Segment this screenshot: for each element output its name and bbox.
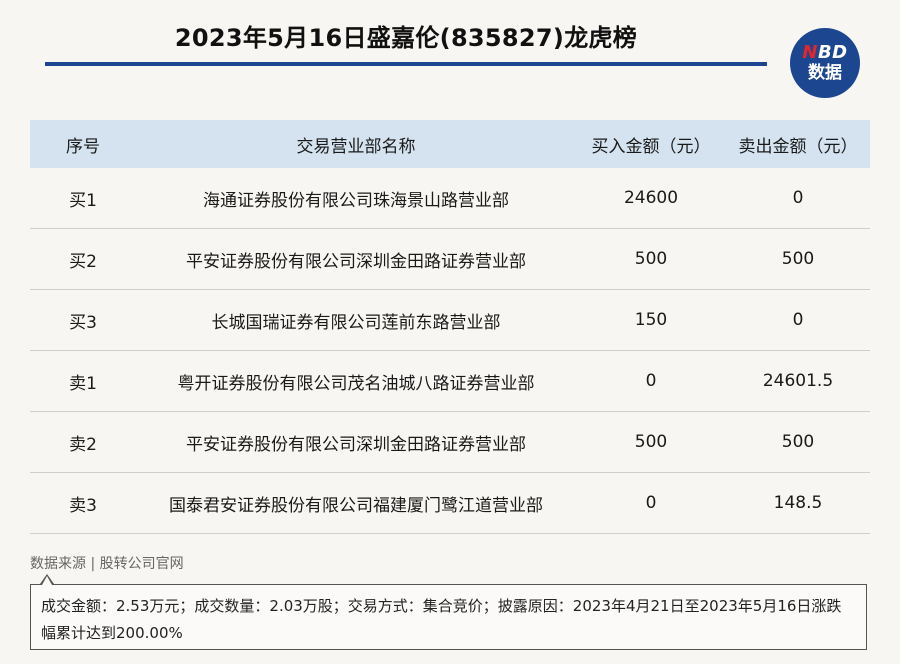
row-buy-amount: 150 xyxy=(576,289,726,351)
row-buy-amount: 24600 xyxy=(576,168,726,229)
row-broker: 平安证券股份有限公司深圳金田路证券营业部 xyxy=(136,411,576,473)
row-buy-amount: 500 xyxy=(576,228,726,290)
row-sell-amount: 24601.5 xyxy=(726,350,870,412)
dragon-tiger-table: 序号 交易营业部名称 买入金额（元） 卖出金额（元） 买1 海通证券股份有限公司… xyxy=(30,120,870,534)
table-row: 卖1 粤开证券股份有限公司茂名油城八路证券营业部 0 24601.5 xyxy=(30,350,870,412)
callout-pointer-fill xyxy=(42,576,52,585)
trade-summary-note: 成交金额：2.53万元；成交数量：2.03万股；交易方式：集合竞价；披露原因：2… xyxy=(30,584,867,650)
logo-n: N xyxy=(802,42,818,63)
row-broker: 平安证券股份有限公司深圳金田路证券营业部 xyxy=(136,228,576,290)
row-sell-amount: 500 xyxy=(726,228,870,290)
nbd-logo: NBD 数据 xyxy=(790,28,860,98)
row-index: 卖1 xyxy=(30,350,136,412)
row-sell-amount: 0 xyxy=(726,168,870,229)
table-row: 卖2 平安证券股份有限公司深圳金田路证券营业部 500 500 xyxy=(30,411,870,473)
row-index: 卖2 xyxy=(30,411,136,473)
page-title: 2023年5月16日盛嘉伦(835827)龙虎榜 xyxy=(174,24,638,52)
row-index: 买2 xyxy=(30,228,136,290)
logo-line1: NBD xyxy=(802,44,847,62)
row-sell-amount: 500 xyxy=(726,411,870,473)
title-underline xyxy=(45,62,767,66)
row-sell-amount: 148.5 xyxy=(726,472,870,534)
table-row: 买3 长城国瑞证券有限公司莲前东路营业部 150 0 xyxy=(30,289,870,351)
table-row: 买2 平安证券股份有限公司深圳金田路证券营业部 500 500 xyxy=(30,228,870,290)
row-broker: 国泰君安证券股份有限公司福建厦门鹭江道营业部 xyxy=(136,472,576,534)
row-buy-amount: 0 xyxy=(576,350,726,412)
row-index: 买1 xyxy=(30,168,136,229)
table-row: 买1 海通证券股份有限公司珠海景山路营业部 24600 0 xyxy=(30,168,870,229)
table-header-row: 序号 交易营业部名称 买入金额（元） 卖出金额（元） xyxy=(30,120,870,168)
row-buy-amount: 0 xyxy=(576,472,726,534)
row-index: 卖3 xyxy=(30,472,136,534)
row-broker: 长城国瑞证券有限公司莲前东路营业部 xyxy=(136,289,576,351)
row-sell-amount: 0 xyxy=(726,289,870,351)
table-row: 卖3 国泰君安证券股份有限公司福建厦门鹭江道营业部 0 148.5 xyxy=(30,472,870,534)
col-header-index: 序号 xyxy=(30,120,136,168)
data-source-label: 数据来源 | 股转公司官网 xyxy=(30,556,184,572)
row-index: 买3 xyxy=(30,289,136,351)
row-buy-amount: 500 xyxy=(576,411,726,473)
col-header-sell-amount: 卖出金额（元） xyxy=(726,120,870,168)
row-broker: 海通证券股份有限公司珠海景山路营业部 xyxy=(136,168,576,229)
col-header-buy-amount: 买入金额（元） xyxy=(576,120,726,168)
col-header-broker: 交易营业部名称 xyxy=(136,120,576,168)
row-broker: 粤开证券股份有限公司茂名油城八路证券营业部 xyxy=(136,350,576,412)
logo-line2: 数据 xyxy=(808,63,842,83)
logo-bd: BD xyxy=(817,42,848,63)
